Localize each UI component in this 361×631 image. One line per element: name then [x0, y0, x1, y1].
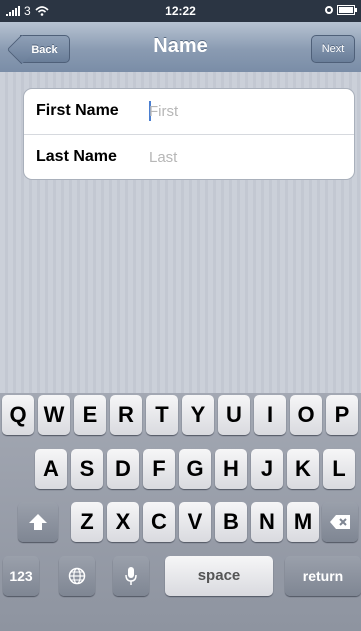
last-name-row: Last Name [24, 134, 354, 179]
last-name-label: Last Name [36, 148, 117, 165]
first-name-row: First Name [24, 89, 354, 134]
globe-icon [68, 567, 86, 585]
key-y[interactable]: Y [182, 395, 214, 435]
key-k[interactable]: K [287, 449, 319, 489]
name-form: First Name Last Name [23, 88, 355, 180]
key-r[interactable]: R [110, 395, 142, 435]
globe-key[interactable] [59, 556, 95, 596]
key-e[interactable]: E [74, 395, 106, 435]
key-x[interactable]: X [107, 502, 139, 542]
key-p[interactable]: P [326, 395, 358, 435]
key-d[interactable]: D [107, 449, 139, 489]
key-b[interactable]: B [215, 502, 247, 542]
key-a[interactable]: A [35, 449, 67, 489]
first-name-label: First Name [36, 102, 119, 119]
key-j[interactable]: J [251, 449, 283, 489]
return-key[interactable]: return [285, 556, 361, 596]
key-l[interactable]: L [323, 449, 355, 489]
keyboard: QWERTYUIOP ASDFGHJKL ZXCVBNM 123 space r… [0, 393, 361, 631]
key-h[interactable]: H [215, 449, 247, 489]
navigation-bar: Back Name Next [0, 22, 361, 73]
microphone-key[interactable] [113, 556, 149, 596]
shift-key[interactable] [18, 502, 58, 542]
key-i[interactable]: I [254, 395, 286, 435]
key-n[interactable]: N [251, 502, 283, 542]
content-area: First Name Last Name [0, 72, 361, 393]
next-button[interactable]: Next [311, 35, 355, 63]
shift-icon [29, 514, 47, 530]
key-v[interactable]: V [179, 502, 211, 542]
status-bar: 3 12:22 [0, 0, 361, 22]
first-name-field[interactable] [149, 99, 339, 123]
key-q[interactable]: Q [2, 395, 34, 435]
rotation-lock-icon [325, 6, 333, 14]
battery-icon [337, 5, 357, 15]
key-c[interactable]: C [143, 502, 175, 542]
key-m[interactable]: M [287, 502, 319, 542]
key-w[interactable]: W [38, 395, 70, 435]
delete-icon [330, 515, 350, 529]
status-time: 12:22 [165, 4, 196, 18]
key-f[interactable]: F [143, 449, 175, 489]
key-o[interactable]: O [290, 395, 322, 435]
key-t[interactable]: T [146, 395, 178, 435]
last-name-field[interactable] [149, 145, 339, 169]
space-key[interactable]: space [165, 556, 273, 596]
microphone-icon [125, 567, 137, 585]
key-s[interactable]: S [71, 449, 103, 489]
status-right [325, 5, 357, 15]
numbers-key[interactable]: 123 [3, 556, 39, 596]
key-u[interactable]: U [218, 395, 250, 435]
key-z[interactable]: Z [71, 502, 103, 542]
back-button-label: Back [31, 44, 58, 56]
key-g[interactable]: G [179, 449, 211, 489]
delete-key[interactable] [322, 502, 358, 542]
